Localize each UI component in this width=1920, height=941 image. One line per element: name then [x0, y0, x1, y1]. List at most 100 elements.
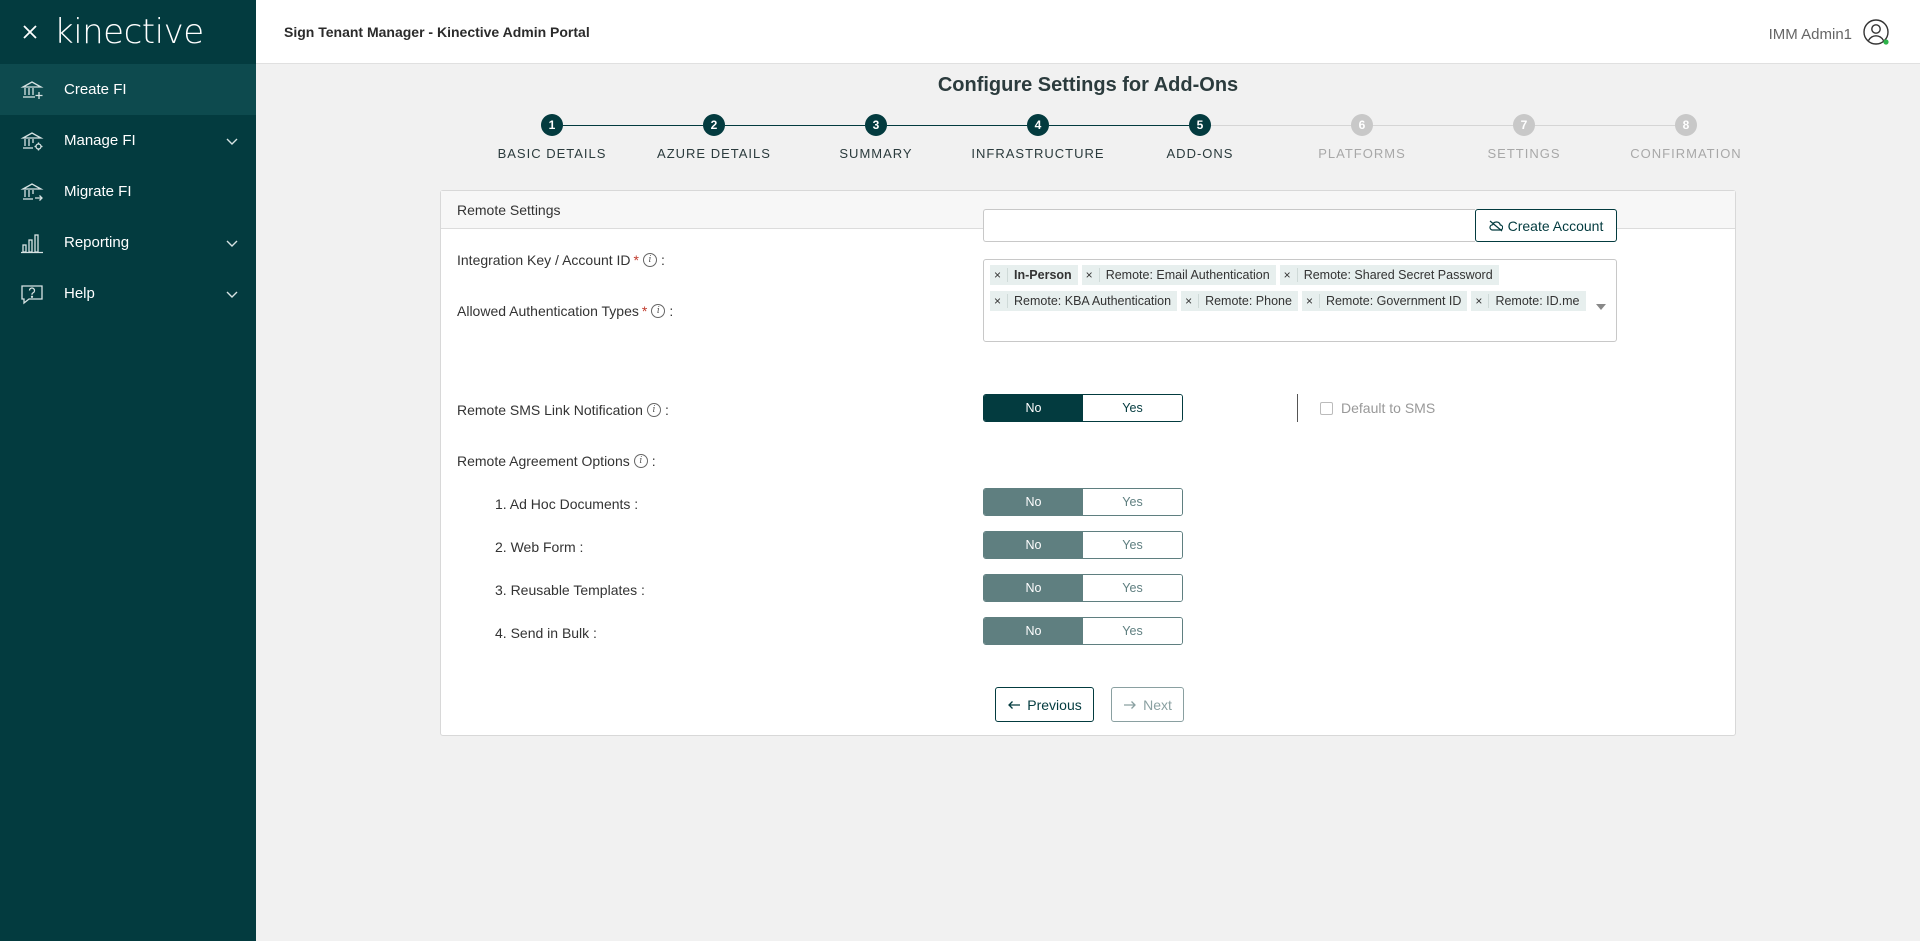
step-number: 3	[865, 114, 887, 136]
remove-tag-icon[interactable]: ×	[990, 294, 1007, 308]
option-label-reusable-templates: 3. Reusable Templates :	[495, 582, 645, 598]
bank-arrow-icon	[20, 180, 44, 204]
remove-tag-icon[interactable]: ×	[1181, 294, 1198, 308]
remove-tag-icon[interactable]: ×	[1082, 268, 1099, 282]
bank-gear-icon	[20, 129, 44, 153]
step-summary: 3 SUMMARY	[796, 114, 956, 161]
checkbox-box[interactable]	[1320, 401, 1333, 415]
label-text: Remote SMS Link Notification	[457, 402, 643, 418]
step-label: AZURE DETAILS	[657, 146, 771, 161]
reusable-templates-toggle[interactable]: No Yes	[983, 574, 1183, 602]
bank-plus-icon	[20, 78, 44, 102]
step-number: 2	[703, 114, 725, 136]
label-text: Allowed Authentication Types	[457, 303, 639, 319]
auth-types-multiselect[interactable]: × In-Person × Remote: Email Authentication ×…	[983, 259, 1617, 342]
step-azure-details: 2 AZURE DETAILS	[634, 114, 794, 161]
toggle-no[interactable]: No	[984, 618, 1083, 644]
step-basic-details: 1 BASIC DETAILS	[472, 114, 632, 161]
remove-tag-icon[interactable]: ×	[990, 268, 1007, 282]
sms-toggle[interactable]: No Yes	[983, 394, 1183, 422]
create-account-button[interactable]: Create Account	[1475, 209, 1617, 242]
toggle-yes[interactable]: Yes	[1083, 618, 1182, 644]
step-add-ons: 5 ADD-ONS	[1120, 114, 1280, 161]
integration-key-input[interactable]	[983, 209, 1475, 242]
brand: kinective	[0, 0, 256, 64]
tag-label: Remote: KBA Authentication	[1007, 294, 1177, 308]
chevron-down-icon[interactable]	[226, 286, 238, 303]
send-in-bulk-toggle[interactable]: No Yes	[983, 617, 1183, 645]
step-number: 1	[541, 114, 563, 136]
chevron-down-icon[interactable]	[226, 133, 238, 150]
main-content: Configure Settings for Add-Ons 1 BASIC DE…	[256, 64, 1920, 941]
user-name: IMM Admin1	[1768, 25, 1852, 43]
step-infrastructure: 4 INFRASTRUCTURE	[958, 114, 1118, 161]
remove-tag-icon[interactable]: ×	[1471, 294, 1488, 308]
label-colon: :	[669, 303, 674, 319]
chevron-down-icon[interactable]	[226, 235, 238, 252]
checkbox-label: Default to SMS	[1341, 400, 1436, 416]
sidebar: kinective Create FI Manage FI Migrate FI…	[0, 0, 256, 941]
label-colon: :	[651, 453, 656, 469]
sidebar-item-label: Create FI	[64, 81, 127, 98]
toggle-no[interactable]: No	[984, 532, 1083, 558]
divider	[1297, 394, 1298, 422]
tag-label: Remote: Shared Secret Password	[1296, 268, 1499, 282]
option-label-send-in-bulk: 4. Send in Bulk :	[495, 625, 597, 641]
sidebar-item-reporting[interactable]: Reporting	[0, 217, 256, 268]
button-label: Create Account	[1507, 217, 1604, 234]
cloud-off-icon	[1489, 220, 1503, 232]
sidebar-item-label: Migrate FI	[64, 183, 132, 200]
sidebar-item-manage-fi[interactable]: Manage FI	[0, 115, 256, 166]
info-icon[interactable]: i	[651, 304, 666, 318]
info-icon[interactable]: i	[633, 454, 648, 468]
sidebar-item-help[interactable]: Help	[0, 268, 256, 319]
toggle-no[interactable]: No	[984, 489, 1083, 515]
option-label-ad-hoc: 1. Ad Hoc Documents :	[495, 496, 639, 512]
default-to-sms-checkbox[interactable]: Default to SMS	[1320, 400, 1435, 416]
toggle-yes[interactable]: Yes	[1083, 575, 1182, 601]
user-avatar-icon[interactable]	[1862, 18, 1890, 50]
auth-type-tag: × Remote: ID.me	[1471, 291, 1586, 311]
web-form-toggle[interactable]: No Yes	[983, 531, 1183, 559]
close-icon[interactable]	[20, 22, 40, 42]
tag-label: Remote: Government ID	[1318, 294, 1467, 308]
step-settings: 7 SETTINGS	[1444, 114, 1604, 161]
logo: kinective	[54, 12, 204, 52]
step-label: CONFIRMATION	[1630, 146, 1742, 161]
step-label: SUMMARY	[839, 146, 913, 161]
help-bubble-icon	[20, 282, 44, 306]
remote-settings-card: Remote Settings Integration Key / Accoun…	[440, 190, 1736, 736]
integration-key-label: Integration Key / Account ID * i :	[457, 252, 665, 268]
arrow-left-icon	[1007, 697, 1021, 713]
dropdown-caret-icon[interactable]	[1596, 297, 1606, 314]
option-label-web-form: 2. Web Form :	[495, 539, 584, 555]
step-platforms: 6 PLATFORMS	[1282, 114, 1442, 161]
info-icon[interactable]: i	[646, 403, 661, 417]
step-label: INFRASTRUCTURE	[971, 146, 1105, 161]
ad-hoc-toggle[interactable]: No Yes	[983, 488, 1183, 516]
auth-type-tag: × Remote: Shared Secret Password	[1279, 265, 1499, 285]
previous-button[interactable]: Previous	[995, 687, 1094, 722]
toggle-yes[interactable]: Yes	[1083, 532, 1182, 558]
remove-tag-icon[interactable]: ×	[1302, 294, 1319, 308]
label-text: Integration Key / Account ID	[457, 252, 631, 268]
agreement-options-label: Remote Agreement Options i :	[457, 453, 656, 469]
info-icon[interactable]: i	[643, 253, 657, 267]
sidebar-item-migrate-fi[interactable]: Migrate FI	[0, 166, 256, 217]
toggle-no[interactable]: No	[984, 395, 1083, 421]
toggle-yes[interactable]: Yes	[1083, 395, 1182, 421]
step-number: 7	[1513, 114, 1535, 136]
label-text: Remote Agreement Options	[457, 453, 630, 469]
auth-type-tag: × Remote: KBA Authentication	[990, 291, 1178, 311]
bar-chart-icon	[20, 231, 44, 255]
step-label: SETTINGS	[1487, 146, 1561, 161]
auth-type-tag: × Remote: Email Authentication	[1081, 265, 1276, 285]
remove-tag-icon[interactable]: ×	[1280, 268, 1297, 282]
toggle-yes[interactable]: Yes	[1083, 489, 1182, 515]
required-marker: *	[641, 303, 648, 319]
label-colon: :	[661, 252, 665, 268]
toggle-no[interactable]: No	[984, 575, 1083, 601]
sidebar-item-create-fi[interactable]: Create FI	[0, 64, 256, 115]
user-menu[interactable]: IMM Admin1	[1769, 18, 1890, 50]
next-button[interactable]: Next	[1111, 687, 1184, 722]
